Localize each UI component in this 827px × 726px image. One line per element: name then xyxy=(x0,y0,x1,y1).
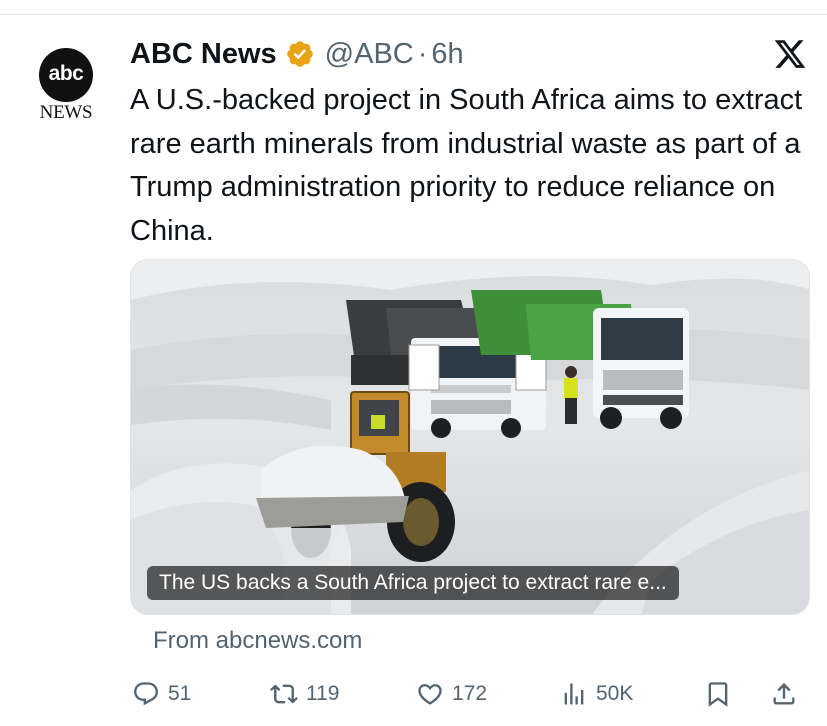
views-icon xyxy=(564,683,584,705)
action-bar: 51 119 172 50K xyxy=(130,676,820,712)
share-icon xyxy=(773,683,795,705)
verified-badge-icon xyxy=(286,41,313,67)
heart-icon xyxy=(418,684,442,705)
card-source[interactable]: From abcnews.com xyxy=(153,627,362,655)
views-count: 50K xyxy=(596,682,634,705)
link-card[interactable]: The US backs a South Africa project to e… xyxy=(130,259,810,615)
repost-icon xyxy=(270,684,298,704)
x-logo-icon[interactable] xyxy=(772,37,808,71)
like-count: 172 xyxy=(452,682,488,705)
bookmark-button[interactable] xyxy=(704,676,732,712)
repost-count: 119 xyxy=(306,682,340,705)
tweet-header: ABC News @ABC · 6h xyxy=(130,34,464,74)
avatar[interactable]: abc NEWS xyxy=(28,48,104,128)
avatar-logo-text: abc xyxy=(48,61,84,85)
views-button[interactable]: 50K xyxy=(560,676,633,712)
user-handle[interactable]: @ABC xyxy=(325,38,414,71)
reply-button[interactable]: 51 xyxy=(132,676,191,712)
reply-icon xyxy=(134,682,158,706)
bookmark-icon xyxy=(708,682,728,707)
avatar-logo-disc: abc xyxy=(39,48,93,102)
separator-dot: · xyxy=(417,37,428,70)
tweet-text: A U.S.-backed project in South Africa ai… xyxy=(130,84,803,247)
top-divider xyxy=(0,14,827,15)
mining-trucks-photo xyxy=(131,260,809,614)
timestamp[interactable]: 6h xyxy=(431,38,463,71)
avatar-news-text: NEWS xyxy=(39,102,93,123)
like-button[interactable]: 172 xyxy=(416,676,487,712)
display-name[interactable]: ABC News xyxy=(130,38,277,71)
repost-button[interactable]: 119 xyxy=(270,676,339,712)
reply-count: 51 xyxy=(168,682,192,705)
share-button[interactable] xyxy=(770,676,798,712)
card-caption: The US backs a South Africa project to e… xyxy=(147,566,679,600)
